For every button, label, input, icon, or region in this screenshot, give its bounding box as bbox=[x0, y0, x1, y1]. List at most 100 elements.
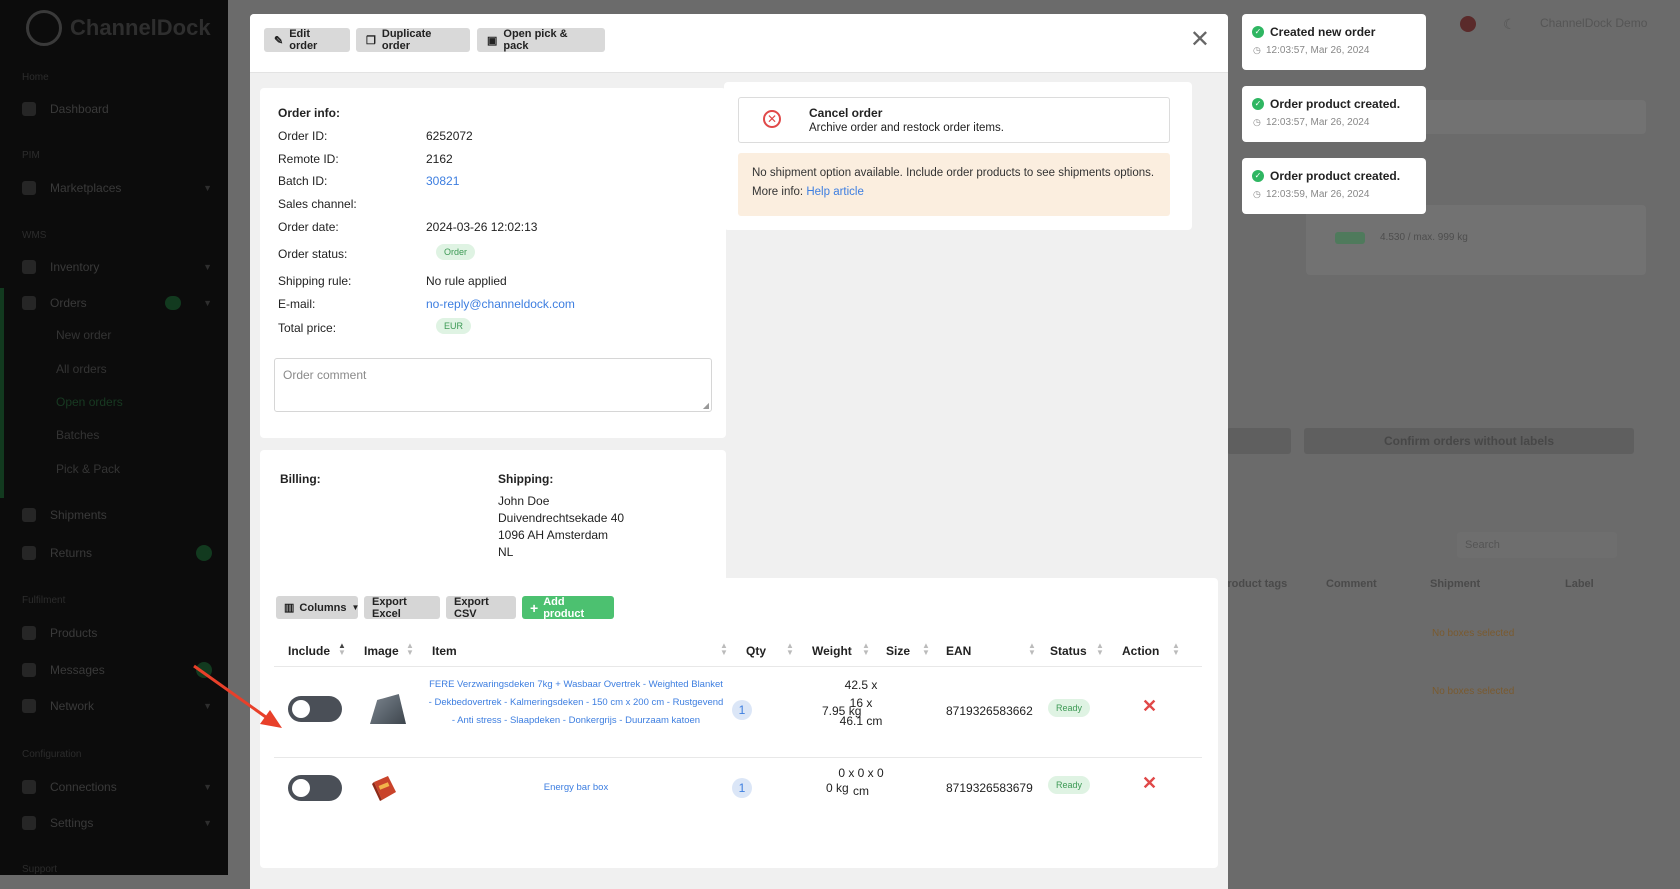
sidebar-item-label: Network bbox=[50, 699, 95, 713]
sidebar-subitem-batches[interactable]: Batches bbox=[56, 428, 99, 442]
export-csv-button[interactable]: Export CSV bbox=[446, 596, 516, 620]
quantity-badge: 1 bbox=[732, 700, 752, 720]
sidebar-item-settings[interactable]: Settings ▼ bbox=[22, 816, 212, 830]
sidebar-item-shipments[interactable]: Shipments bbox=[22, 508, 212, 522]
clock-icon: ◷ bbox=[1253, 189, 1261, 199]
sidebar-item-inventory[interactable]: Inventory ▼ bbox=[22, 260, 212, 274]
cancel-circle-icon: ✕ bbox=[763, 110, 781, 128]
remove-icon[interactable]: ✕ bbox=[1142, 696, 1157, 717]
remote-id-value: 2162 bbox=[426, 152, 453, 166]
sort-icon[interactable]: ▲ ▼ bbox=[922, 642, 930, 657]
sidebar-item-marketplaces[interactable]: Marketplaces ▼ bbox=[22, 181, 212, 195]
resize-grip-icon[interactable]: ◢ bbox=[703, 401, 709, 410]
duplicate-order-button[interactable]: ❐ Duplicate order bbox=[356, 28, 470, 52]
remove-icon[interactable]: ✕ bbox=[1142, 773, 1157, 794]
toast-time: 12:03:59, Mar 26, 2024 bbox=[1266, 189, 1370, 200]
product-item-link[interactable]: Energy bar box bbox=[428, 779, 724, 797]
comment-placeholder: Order comment bbox=[283, 368, 367, 382]
column-header-weight[interactable]: Weight bbox=[812, 644, 852, 658]
email-link[interactable]: no-reply@channeldock.com bbox=[426, 297, 575, 311]
batch-id-link[interactable]: 30821 bbox=[426, 174, 459, 188]
order-comment-input[interactable]: Order comment ◢ bbox=[274, 358, 712, 412]
column-header-ean[interactable]: EAN bbox=[946, 644, 971, 658]
toast-notification[interactable]: ✓ Created new order ◷ 12:03:57, Mar 26, … bbox=[1242, 14, 1426, 70]
chevron-down-icon: ▼ bbox=[203, 782, 212, 792]
sidebar-item-orders[interactable]: Orders ▼ bbox=[22, 296, 212, 310]
order-id-value: 6252072 bbox=[426, 129, 473, 143]
include-toggle[interactable] bbox=[288, 696, 342, 722]
include-toggle[interactable] bbox=[288, 775, 342, 801]
column-header-action[interactable]: Action bbox=[1122, 644, 1159, 658]
column-header-image[interactable]: Image bbox=[364, 644, 399, 658]
address-card: Billing: Shipping: John Doe Duivendrecht… bbox=[260, 450, 726, 594]
chevron-down-icon: ▼ bbox=[203, 298, 212, 308]
sidebar-item-label: Settings bbox=[50, 816, 94, 830]
count-badge bbox=[165, 296, 182, 310]
gear-icon bbox=[22, 816, 36, 830]
brand-logo[interactable]: ChannelDock bbox=[26, 10, 211, 46]
product-item-link[interactable]: FERE Verzwaringsdeken 7kg + Wasbaar Over… bbox=[428, 676, 724, 730]
sort-icon[interactable]: ▲ ▼ bbox=[720, 642, 728, 657]
total-price-label: Total price: bbox=[278, 321, 337, 335]
divider bbox=[274, 666, 1202, 667]
sidebar-subitem-pick-pack[interactable]: Pick & Pack bbox=[56, 462, 120, 476]
column-header-size[interactable]: Size bbox=[886, 644, 910, 658]
confirm-orders-button[interactable]: Confirm orders without labels bbox=[1304, 428, 1634, 454]
sidebar-subitem-new-order[interactable]: New order bbox=[56, 328, 111, 342]
brand-name: ChannelDock bbox=[70, 15, 211, 40]
columns-button[interactable]: ▥ Columns ▼ bbox=[276, 596, 359, 619]
export-excel-button[interactable]: Export Excel bbox=[364, 596, 440, 620]
return-icon bbox=[22, 546, 36, 560]
cancel-order-button[interactable]: ✕ Cancel order Archive order and restock… bbox=[738, 97, 1170, 143]
sort-icon[interactable]: ▲ ▼ bbox=[406, 642, 414, 657]
sidebar-item-dashboard[interactable]: Dashboard bbox=[22, 102, 212, 116]
toast-title: Order product created. bbox=[1270, 169, 1401, 183]
sort-icon[interactable]: ▲ ▼ bbox=[862, 642, 870, 657]
sidebar-item-label: Messages bbox=[50, 663, 105, 677]
help-article-link[interactable]: Help article bbox=[806, 186, 864, 198]
sort-icon[interactable]: ▲ ▼ bbox=[1096, 642, 1104, 657]
sidebar-item-connections[interactable]: Connections ▼ bbox=[22, 780, 212, 794]
column-header-status[interactable]: Status bbox=[1050, 644, 1087, 658]
product-icon bbox=[22, 626, 36, 640]
background-search-input[interactable]: Search bbox=[1457, 532, 1617, 558]
toast-time: 12:03:57, Mar 26, 2024 bbox=[1266, 117, 1370, 128]
user-menu[interactable]: ChannelDock Demo bbox=[1540, 16, 1647, 30]
close-icon[interactable]: ✕ bbox=[1190, 28, 1210, 52]
column-header-qty[interactable]: Qty bbox=[746, 644, 766, 658]
edit-order-button[interactable]: ✎ Edit order bbox=[264, 28, 350, 52]
billing-label: Billing: bbox=[280, 472, 321, 486]
sidebar-item-returns[interactable]: Returns bbox=[22, 545, 212, 561]
status-badge: Ready bbox=[1048, 699, 1091, 717]
toast-notification[interactable]: ✓ Order product created. ◷ 12:03:57, Mar… bbox=[1242, 86, 1426, 142]
sidebar-item-network[interactable]: Network ▼ bbox=[22, 699, 212, 713]
sidebar-item-products[interactable]: Products bbox=[22, 626, 212, 640]
clock-icon: ◷ bbox=[1253, 45, 1261, 55]
sidebar-item-label: Shipments bbox=[50, 508, 107, 522]
annotation-arrow-icon bbox=[193, 664, 282, 728]
open-pick-pack-button[interactable]: ▣ Open pick & pack bbox=[477, 28, 605, 52]
shipping-street: Duivendrechtsekade 40 bbox=[498, 511, 625, 525]
column-header-include[interactable]: Include bbox=[288, 644, 330, 658]
add-product-button[interactable]: + Add product bbox=[522, 596, 614, 620]
sort-icon[interactable]: ▲ ▼ bbox=[338, 642, 346, 657]
language-flag-icon[interactable] bbox=[1460, 16, 1476, 32]
batch-id-label: Batch ID: bbox=[278, 174, 328, 188]
chevron-down-icon: ▼ bbox=[203, 262, 212, 272]
button-label: Edit order bbox=[289, 28, 318, 52]
sidebar-item-messages[interactable]: Messages bbox=[22, 662, 212, 678]
moon-icon[interactable]: ☾ bbox=[1503, 16, 1516, 33]
shipping-country: NL bbox=[498, 545, 514, 559]
sidebar-subitem-all-orders[interactable]: All orders bbox=[56, 362, 107, 376]
sort-icon[interactable]: ▲ ▼ bbox=[1028, 642, 1036, 657]
sidebar: ChannelDock Home Dashboard PIM Marketpla… bbox=[0, 0, 228, 875]
sidebar-section-support: Support bbox=[22, 864, 58, 875]
sort-icon[interactable]: ▲ ▼ bbox=[786, 642, 794, 657]
column-header-item[interactable]: Item bbox=[432, 644, 457, 658]
toast-notification[interactable]: ✓ Order product created. ◷ 12:03:59, Mar… bbox=[1242, 158, 1426, 214]
sidebar-subitem-open-orders[interactable]: Open orders bbox=[56, 395, 123, 409]
divider bbox=[274, 757, 1202, 758]
share-icon bbox=[22, 780, 36, 794]
sort-icon[interactable]: ▲ ▼ bbox=[1172, 642, 1180, 657]
notification-dot bbox=[196, 545, 212, 561]
